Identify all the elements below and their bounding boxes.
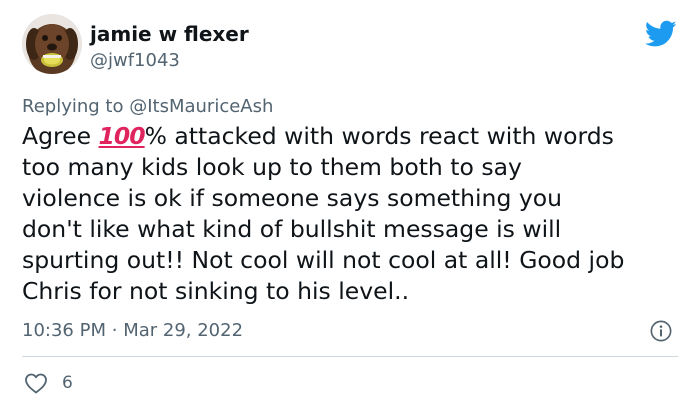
tweet-body-line: too many kids look up to them both to sa… (22, 153, 522, 181)
author-display-name[interactable]: jamie w flexer (90, 22, 249, 46)
author-handle[interactable]: @jwf1043 (90, 50, 180, 71)
tweet-body: Agree 100% attacked with words react wit… (22, 121, 682, 307)
reply-context: Replying to @ItsMauriceAsh (22, 96, 273, 117)
tweet-body-text: % attacked with words react with words (144, 122, 614, 150)
divider (22, 356, 678, 357)
avatar-dog-image (22, 14, 82, 74)
tweet-date[interactable]: Mar 29, 2022 (123, 320, 243, 341)
tweet-body-line: violence is ok if someone says something… (22, 184, 563, 212)
tweet-body-line: spurting out!! Not cool will not cool at… (22, 246, 625, 274)
meta-separator: · (111, 320, 118, 341)
tweet-card: jamie w flexer @jwf1043 Replying to @Its… (0, 0, 700, 410)
reply-context-prefix: Replying to (22, 96, 124, 117)
tweet-timestamp: 10:36 PM · Mar 29, 2022 (22, 320, 243, 341)
tweet-body-text: Agree (22, 122, 99, 150)
like-count: 6 (62, 373, 73, 393)
tweet-body-line: Agree 100% attacked with words react wit… (22, 121, 682, 152)
tweet-body-line: Chris for not sinking to his level.. (22, 277, 410, 305)
heart-icon (25, 373, 47, 394)
tweet-body-line: don't like what kind of bullshit message… (22, 215, 562, 243)
info-icon[interactable] (650, 320, 672, 342)
like-button[interactable]: 6 (24, 370, 73, 396)
avatar[interactable] (22, 14, 82, 74)
tweet-time[interactable]: 10:36 PM (22, 320, 106, 341)
hundred-points-emoji: 100 (98, 122, 146, 150)
twitter-bird-icon[interactable] (645, 20, 677, 48)
reply-mention-link[interactable]: @ItsMauriceAsh (129, 96, 273, 117)
